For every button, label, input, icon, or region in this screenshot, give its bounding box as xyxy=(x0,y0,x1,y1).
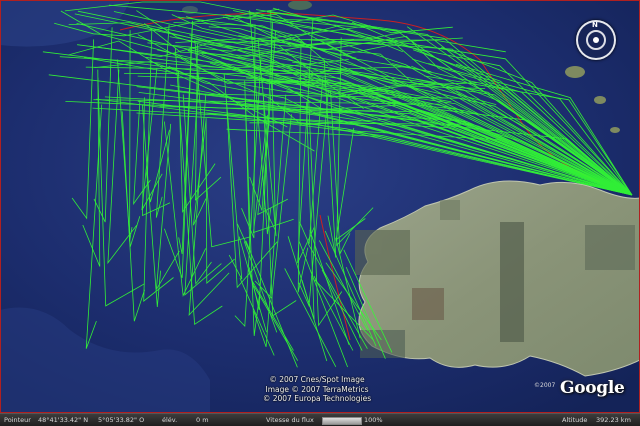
compass-center[interactable] xyxy=(593,37,599,43)
pointer-longitude: 5°05'33.82" O xyxy=(98,416,145,424)
imagery-credits: © 2007 Cnes/Spot Image Image © 2007 Terr… xyxy=(258,375,376,404)
pointer-label: Pointeur xyxy=(4,416,31,424)
elevation-label: élév. xyxy=(162,416,178,424)
credit-line: Image © 2007 TerraMetrics xyxy=(265,384,369,394)
google-logo: Google xyxy=(560,378,625,398)
altitude-label: Altitude xyxy=(562,416,588,424)
credit-line: © 2007 Cnes/Spot Image xyxy=(269,375,365,384)
credit-line: © 2007 Europa Technologies xyxy=(262,394,372,403)
pointer-latitude: 48°41'33.42" N xyxy=(38,416,89,424)
stream-label: Vitesse du flux xyxy=(266,416,314,424)
altitude-value: 392.23 km xyxy=(596,416,631,424)
logo-copyright: ©2007 xyxy=(534,382,556,389)
stream-progress-bar xyxy=(322,417,362,425)
compass-north-label: N xyxy=(592,21,598,29)
stream-progress-fill xyxy=(323,418,361,424)
map-viewport[interactable]: N © 2007 Cnes/Spot Image Image © 2007 Te… xyxy=(0,0,640,426)
map-canvas[interactable] xyxy=(0,0,640,426)
compass-control[interactable]: N xyxy=(576,20,616,60)
status-bar: Pointeur 48°41'33.42" N 5°05'33.82" O él… xyxy=(0,413,640,426)
stream-percent: 100% xyxy=(364,416,383,424)
elevation-value: 0 m xyxy=(196,416,209,424)
